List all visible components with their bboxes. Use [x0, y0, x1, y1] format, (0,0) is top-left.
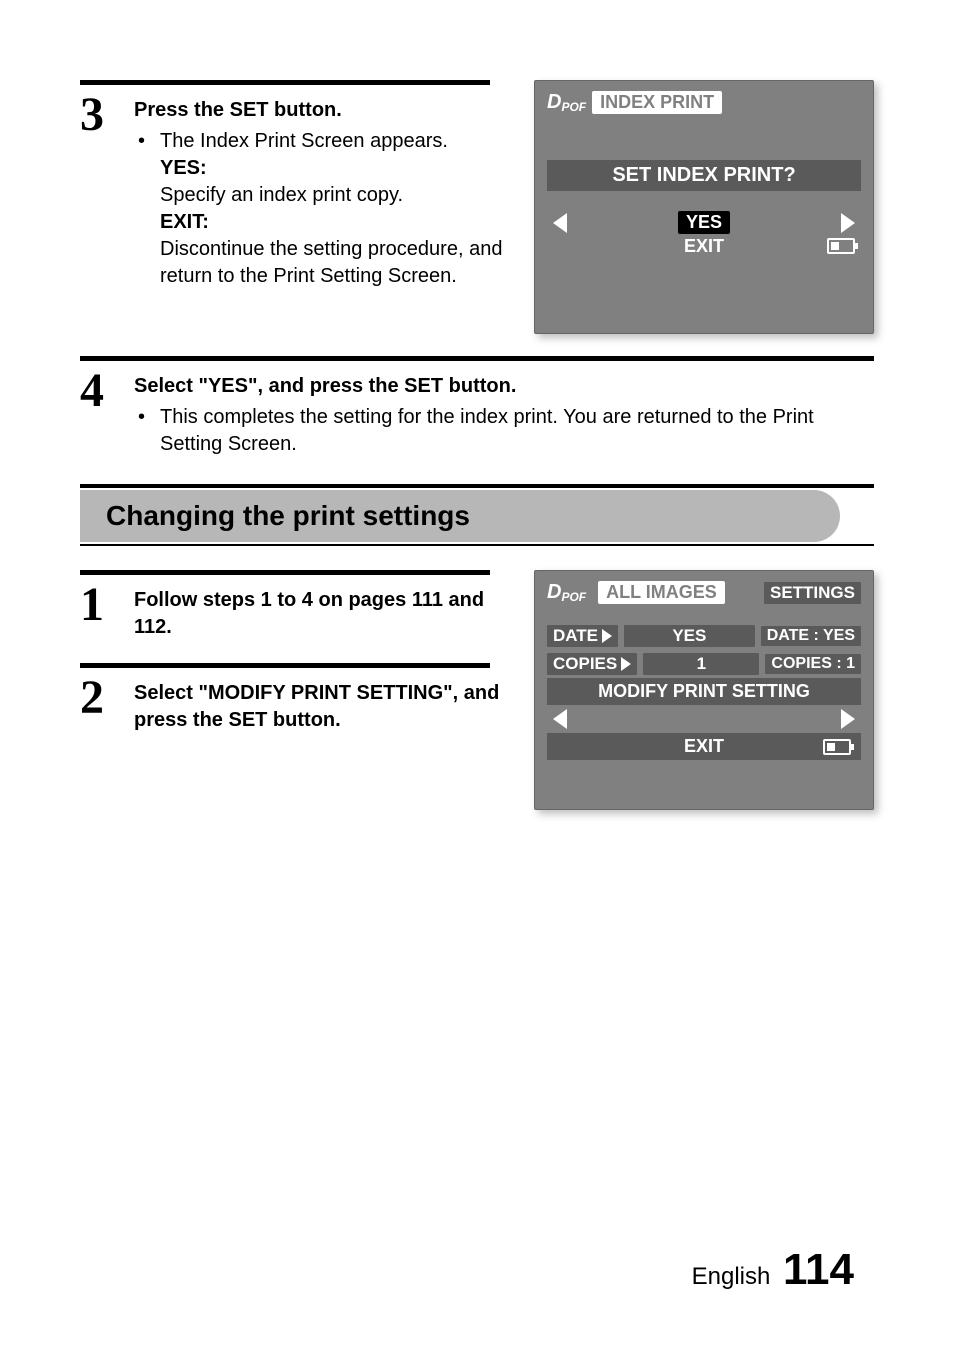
page-footer: English 114: [692, 1245, 854, 1295]
battery-icon: [827, 238, 855, 254]
screen2-copies-status: COPIES : 1: [765, 654, 861, 674]
step-number-2: 2: [80, 674, 134, 722]
left-arrow-icon: [553, 709, 567, 729]
index-print-screen: DPOF INDEX PRINT SET INDEX PRINT? YES EX…: [534, 80, 874, 334]
step2b-title: Select "MODIFY PRINT SETTING", and press…: [134, 680, 504, 734]
step3-exit-desc: Discontinue the setting procedure, and r…: [134, 236, 504, 290]
step4-bullet: This completes the setting for the index…: [134, 404, 874, 458]
section-heading: Changing the print settings: [80, 490, 840, 542]
screen2-date-value: YES: [624, 625, 755, 647]
screen2-copies-value: 1: [643, 653, 759, 675]
all-images-screen: DPOF ALL IMAGES SETTINGS DATE YES DATE :…: [534, 570, 874, 810]
dpof-icon: DPOF: [547, 91, 586, 114]
screen1-question: SET INDEX PRINT?: [547, 160, 861, 191]
screen1-yes-option: YES: [678, 211, 730, 234]
left-arrow-icon: [553, 213, 567, 233]
screen1-exit-option: EXIT: [684, 236, 724, 257]
step1b-title: Follow steps 1 to 4 on pages 111 and 112…: [134, 587, 504, 641]
step3-yes-label: YES:: [134, 155, 504, 182]
screen2-date-label: DATE: [547, 625, 618, 647]
screen2-copies-label: COPIES: [547, 653, 637, 675]
footer-language: English: [692, 1263, 771, 1290]
step4-title: Select "YES", and press the SET button.: [134, 373, 874, 400]
screen1-title-tab: INDEX PRINT: [592, 91, 722, 114]
step3-exit-label: EXIT:: [134, 209, 504, 236]
step-number-3: 3: [80, 91, 134, 139]
screen2-all-images-tab: ALL IMAGES: [598, 581, 725, 604]
screen2-settings-label: SETTINGS: [764, 582, 861, 604]
step-number-1: 1: [80, 581, 134, 629]
screen2-date-status: DATE : YES: [761, 626, 861, 646]
step3-title: Press the SET button.: [134, 97, 504, 124]
step-number-4: 4: [80, 367, 134, 415]
dpof-icon: DPOF: [547, 581, 586, 604]
screen2-modify-row: MODIFY PRINT SETTING: [547, 678, 861, 705]
step3-bullet: The Index Print Screen appears.: [134, 128, 504, 155]
right-arrow-icon: [602, 629, 612, 643]
step3-yes-desc: Specify an index print copy.: [134, 182, 504, 209]
page-number: 114: [783, 1245, 854, 1294]
right-arrow-icon: [841, 213, 855, 233]
battery-icon: [823, 739, 851, 755]
right-arrow-icon: [621, 657, 631, 671]
right-arrow-icon: [841, 709, 855, 729]
screen2-exit-label: EXIT: [585, 736, 823, 757]
